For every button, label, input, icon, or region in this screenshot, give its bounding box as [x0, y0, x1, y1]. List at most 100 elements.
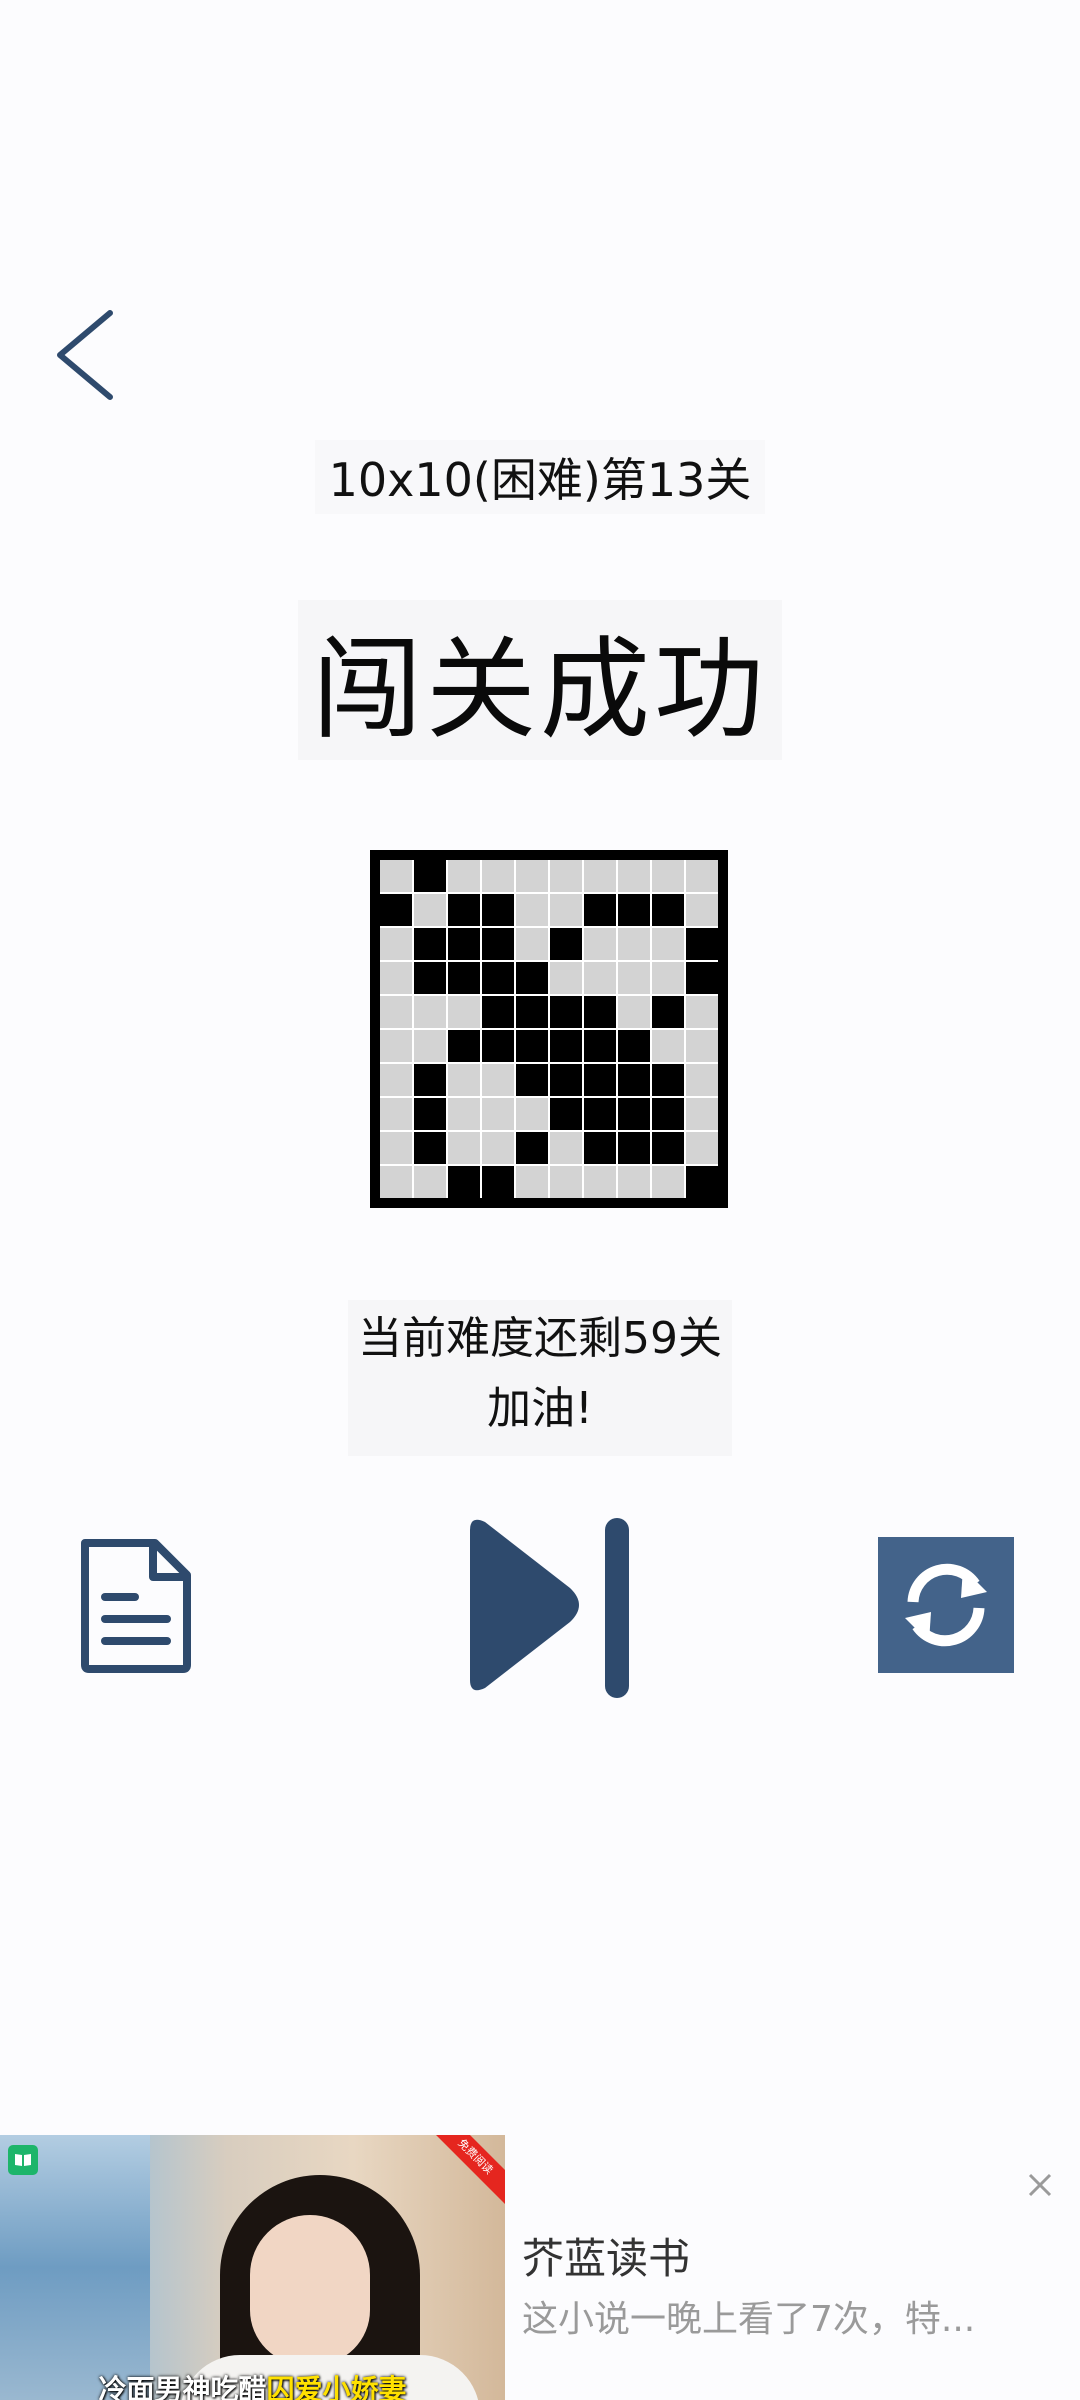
grid-cell-filled	[618, 1030, 650, 1062]
grid-cell-filled	[618, 1132, 650, 1164]
puzzle-grid	[380, 860, 718, 1198]
back-button[interactable]	[40, 300, 130, 410]
grid-cell-empty	[414, 1030, 446, 1062]
grid-cell-empty	[448, 1098, 480, 1130]
grid-cell-filled	[618, 1064, 650, 1096]
grid-cell-empty	[686, 996, 718, 1028]
restart-button[interactable]	[878, 1537, 1014, 1673]
grid-cell-empty	[686, 1064, 718, 1096]
grid-cell-filled	[482, 996, 514, 1028]
grid-cell-empty	[618, 962, 650, 994]
grid-cell-filled	[686, 962, 718, 994]
grid-cell-filled	[550, 1030, 582, 1062]
level-title-bar: 10x10(困难)第13关	[0, 440, 1080, 514]
grid-cell-filled	[652, 1132, 684, 1164]
grid-cell-filled	[618, 894, 650, 926]
grid-cell-empty	[584, 860, 616, 892]
grid-cell-filled	[686, 928, 718, 960]
success-title-bar: 闯关成功	[0, 600, 1080, 760]
grid-cell-filled	[414, 1098, 446, 1130]
grid-cell-empty	[516, 894, 548, 926]
grid-cell-empty	[550, 894, 582, 926]
grid-cell-filled	[482, 1166, 514, 1198]
refresh-icon	[905, 1563, 987, 1647]
level-title: 10x10(困难)第13关	[314, 440, 766, 514]
grid-cell-filled	[584, 996, 616, 1028]
grid-cell-filled	[550, 1098, 582, 1130]
grid-cell-filled	[482, 1030, 514, 1062]
grid-cell-filled	[584, 1132, 616, 1164]
app-root: 10x10(困难)第13关 闯关成功 当前难度还剩59关 加油! 免费阅读 冷面…	[0, 0, 1080, 2400]
next-level-button[interactable]	[440, 1510, 640, 1700]
grid-cell-empty	[516, 1166, 548, 1198]
grid-cell-empty	[550, 962, 582, 994]
grid-cell-empty	[414, 894, 446, 926]
grid-cell-filled	[550, 996, 582, 1028]
grid-cell-empty	[482, 860, 514, 892]
grid-cell-filled	[448, 1030, 480, 1062]
grid-cell-empty	[448, 860, 480, 892]
grid-cell-filled	[686, 1166, 718, 1198]
grid-cell-filled	[414, 1064, 446, 1096]
ad-banner[interactable]: 免费阅读 冷面男神吃醋囚爱小娇妻 芥蓝读书 这小说一晚上看了7次，特...	[0, 2135, 1080, 2400]
grid-cell-filled	[516, 996, 548, 1028]
grid-cell-empty	[618, 860, 650, 892]
close-icon	[1028, 2173, 1052, 2197]
grid-cell-filled	[482, 928, 514, 960]
grid-cell-empty	[414, 996, 446, 1028]
grid-cell-filled	[482, 894, 514, 926]
ad-caption: 冷面男神吃醋囚爱小娇妻	[0, 2368, 505, 2400]
grid-cell-filled	[516, 962, 548, 994]
grid-cell-empty	[686, 894, 718, 926]
grid-cell-filled	[448, 1166, 480, 1198]
ad-image[interactable]: 免费阅读 冷面男神吃醋囚爱小娇妻	[0, 2135, 505, 2400]
grid-cell-filled	[652, 1064, 684, 1096]
grid-cell-empty	[652, 860, 684, 892]
grid-cell-filled	[414, 1132, 446, 1164]
grid-cell-empty	[686, 1030, 718, 1062]
grid-cell-empty	[482, 1098, 514, 1130]
grid-cell-filled	[584, 1030, 616, 1062]
remaining-info: 当前难度还剩59关 加油!	[0, 1300, 1080, 1456]
grid-cell-empty	[686, 860, 718, 892]
grid-cell-empty	[652, 928, 684, 960]
grid-cell-filled	[584, 1064, 616, 1096]
rules-button[interactable]	[75, 1535, 195, 1675]
grid-cell-empty	[380, 928, 412, 960]
remaining-box: 当前难度还剩59关 加油!	[348, 1300, 732, 1456]
grid-cell-empty	[380, 962, 412, 994]
grid-cell-empty	[652, 1166, 684, 1198]
grid-cell-filled	[448, 894, 480, 926]
grid-cell-filled	[414, 860, 446, 892]
grid-cell-filled	[414, 928, 446, 960]
grid-cell-filled	[652, 996, 684, 1028]
grid-cell-empty	[550, 1166, 582, 1198]
grid-cell-filled	[516, 1132, 548, 1164]
grid-cell-empty	[516, 1098, 548, 1130]
grid-cell-empty	[380, 996, 412, 1028]
grid-cell-empty	[380, 860, 412, 892]
grid-cell-filled	[516, 1064, 548, 1096]
grid-cell-filled	[618, 1098, 650, 1130]
puzzle-frame	[370, 850, 728, 1208]
grid-cell-empty	[516, 928, 548, 960]
grid-cell-filled	[414, 962, 446, 994]
grid-cell-filled	[652, 894, 684, 926]
grid-cell-empty	[482, 1132, 514, 1164]
grid-cell-filled	[550, 928, 582, 960]
cheer-text: 加油!	[487, 1383, 593, 1434]
grid-cell-empty	[652, 962, 684, 994]
grid-cell-empty	[380, 1030, 412, 1062]
grid-cell-filled	[584, 1098, 616, 1130]
grid-cell-empty	[448, 1132, 480, 1164]
chevron-left-icon	[57, 310, 113, 400]
ad-description: 这小说一晚上看了7次，特...	[522, 2299, 976, 2340]
grid-cell-empty	[550, 1132, 582, 1164]
ad-close-button[interactable]	[1020, 2165, 1060, 2205]
grid-cell-empty	[380, 1166, 412, 1198]
grid-cell-empty	[652, 1030, 684, 1062]
grid-cell-empty	[584, 928, 616, 960]
grid-cell-empty	[686, 1132, 718, 1164]
grid-cell-empty	[516, 860, 548, 892]
grid-cell-empty	[380, 1098, 412, 1130]
